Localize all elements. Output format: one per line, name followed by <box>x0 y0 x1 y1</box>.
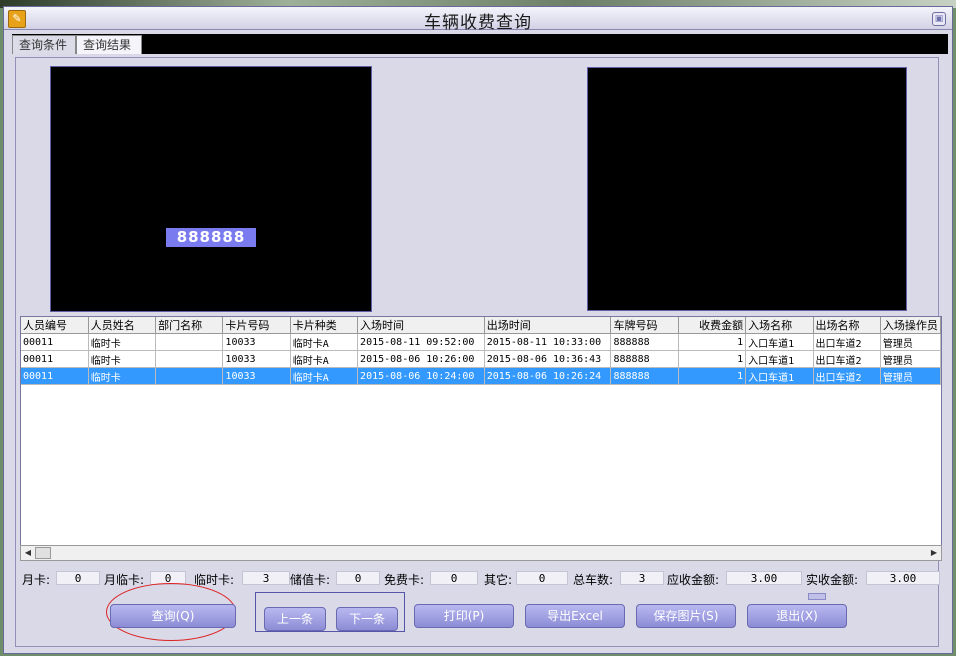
column-header[interactable]: 入场名称 <box>745 317 814 334</box>
stat-value-other: 0 <box>516 571 568 585</box>
query-button[interactable]: 查询(Q) <box>110 604 236 628</box>
plate-number-overlay: 888888 <box>166 228 256 247</box>
cell-exit-name: 出口车道2 <box>813 367 881 385</box>
close-icon[interactable]: ▣ <box>932 12 946 26</box>
column-header[interactable]: 车牌号码 <box>610 317 679 334</box>
next-record-button[interactable]: 下一条 <box>336 607 398 631</box>
stat-label-total: 总车数: <box>573 573 614 587</box>
cell-entry-operator: 管理员 <box>880 350 941 368</box>
entry-image-panel: 888888 <box>50 66 372 312</box>
table-row-selected[interactable]: 00011 临时卡 10033 临时卡A 2015-08-06 10:24:00… <box>21 367 941 385</box>
stat-label-received: 实收金额: <box>806 573 859 587</box>
cell-entry-operator: 管理员 <box>880 333 941 351</box>
cell-entry-name: 入口车道1 <box>745 350 814 368</box>
cell-entry-name: 入口车道1 <box>745 367 814 385</box>
tab-strip: 查询条件 查询结果 <box>12 34 948 54</box>
column-header[interactable]: 入场时间 <box>357 317 485 334</box>
scroll-right-icon[interactable]: ▶ <box>928 547 940 559</box>
table-header-row: 人员编号 人员姓名 部门名称 卡片号码 卡片种类 入场时间 出场时间 车牌号码 … <box>21 317 941 334</box>
cell-staff-id: 00011 <box>21 350 89 368</box>
window-title: 车辆收费查询 <box>424 13 532 33</box>
stat-value-monthly: 0 <box>56 571 100 585</box>
stat-value-free: 0 <box>430 571 478 585</box>
export-excel-button[interactable]: 导出Excel <box>525 604 625 628</box>
cell-card-type: 临时卡A <box>290 333 359 351</box>
cell-staff-name: 临时卡 <box>88 367 157 385</box>
cell-staff-id: 00011 <box>21 367 89 385</box>
column-header[interactable]: 人员编号 <box>21 317 89 334</box>
cell-exit-name: 出口车道2 <box>813 333 881 351</box>
records-table: 人员编号 人员姓名 部门名称 卡片号码 卡片种类 入场时间 出场时间 车牌号码 … <box>21 317 941 385</box>
cell-exit-time: 2015-08-06 10:26:24 <box>484 367 612 385</box>
stat-value-receivable: 3.00 <box>726 571 802 585</box>
stat-label-monthly-temp: 月临卡: <box>104 573 145 587</box>
stat-label-free: 免费卡: <box>384 573 425 587</box>
table-row[interactable]: 00011 临时卡 10033 临时卡A 2015-08-06 10:26:00… <box>21 350 941 368</box>
scroll-left-icon[interactable]: ◀ <box>22 547 34 559</box>
cell-fee: 1 <box>678 350 747 368</box>
column-header[interactable]: 收费金额 <box>678 317 747 334</box>
cell-staff-name: 临时卡 <box>88 350 157 368</box>
column-header[interactable]: 人员姓名 <box>88 317 157 334</box>
cell-entry-time: 2015-08-06 10:24:00 <box>357 367 485 385</box>
cell-entry-operator: 管理员 <box>880 367 941 385</box>
cell-exit-time: 2015-08-06 10:36:43 <box>484 350 612 368</box>
cell-department <box>155 367 224 385</box>
cell-plate: 888888 <box>610 333 679 351</box>
cell-fee: 1 <box>678 333 747 351</box>
cell-department <box>155 350 224 368</box>
stat-value-received: 3.00 <box>866 571 940 585</box>
print-button[interactable]: 打印(P) <box>414 604 514 628</box>
prev-record-button[interactable]: 上一条 <box>264 607 326 631</box>
exit-button[interactable]: 退出(X) <box>747 604 847 628</box>
stat-value-total: 3 <box>620 571 664 585</box>
cell-fee: 1 <box>678 367 747 385</box>
stat-label-monthly: 月卡: <box>22 573 51 587</box>
horizontal-scrollbar[interactable]: ◀ ▶ <box>20 545 942 561</box>
stat-value-stored: 0 <box>336 571 380 585</box>
cell-entry-name: 入口车道1 <box>745 333 814 351</box>
column-header[interactable]: 入场操作员 <box>880 317 941 334</box>
stat-label-other: 其它: <box>484 573 513 587</box>
exit-button-marker <box>808 593 826 600</box>
column-header[interactable]: 部门名称 <box>155 317 224 334</box>
cell-card-number: 10033 <box>222 333 291 351</box>
cell-card-type: 临时卡A <box>290 367 359 385</box>
column-header[interactable]: 卡片号码 <box>222 317 291 334</box>
stat-label-receivable: 应收金额: <box>667 573 720 587</box>
cell-card-type: 临时卡A <box>290 350 359 368</box>
cell-plate: 888888 <box>610 367 679 385</box>
exit-image-panel <box>587 67 907 311</box>
cell-entry-time: 2015-08-11 09:52:00 <box>357 333 485 351</box>
cell-exit-time: 2015-08-11 10:33:00 <box>484 333 612 351</box>
cell-entry-time: 2015-08-06 10:26:00 <box>357 350 485 368</box>
stat-label-stored: 储值卡: <box>290 573 331 587</box>
title-bar[interactable]: ✎ 车辆收费查询 ▣ <box>4 7 952 33</box>
cell-card-number: 10033 <box>222 367 291 385</box>
column-header[interactable]: 卡片种类 <box>290 317 359 334</box>
cell-card-number: 10033 <box>222 350 291 368</box>
column-header[interactable]: 出场名称 <box>813 317 881 334</box>
cell-staff-id: 00011 <box>21 333 89 351</box>
cell-department <box>155 333 224 351</box>
tab-query-results[interactable]: 查询结果 <box>76 35 142 54</box>
table-row[interactable]: 00011 临时卡 10033 临时卡A 2015-08-11 09:52:00… <box>21 333 941 351</box>
records-table-area[interactable]: 人员编号 人员姓名 部门名称 卡片号码 卡片种类 入场时间 出场时间 车牌号码 … <box>20 316 942 546</box>
save-image-button[interactable]: 保存图片(S) <box>636 604 736 628</box>
cell-staff-name: 临时卡 <box>88 333 157 351</box>
column-header[interactable]: 出场时间 <box>484 317 612 334</box>
tab-query-conditions[interactable]: 查询条件 <box>12 35 76 54</box>
cell-exit-name: 出口车道2 <box>813 350 881 368</box>
cell-plate: 888888 <box>610 350 679 368</box>
scrollbar-thumb[interactable] <box>35 547 51 559</box>
stat-value-temp: 3 <box>242 571 290 585</box>
